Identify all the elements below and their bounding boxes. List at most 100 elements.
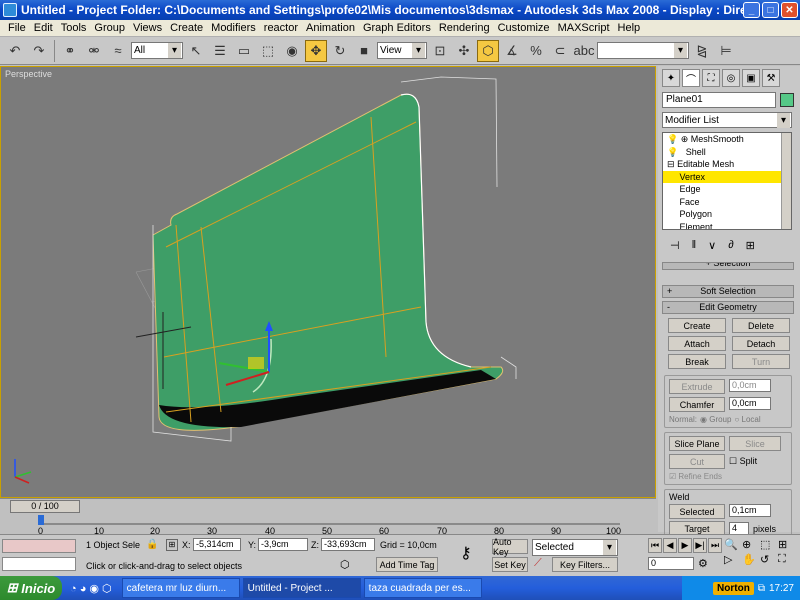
expand-icon[interactable]: ⊕ bbox=[681, 134, 689, 144]
object-name-field[interactable]: Plane01 bbox=[662, 92, 776, 108]
norton-badge[interactable]: Norton bbox=[713, 581, 754, 595]
menu-group[interactable]: Group bbox=[90, 22, 129, 34]
chamfer-amount-field[interactable]: 0,0cm bbox=[729, 397, 771, 410]
motion-tab-icon[interactable]: ◎ bbox=[722, 69, 740, 87]
time-config-icon[interactable]: ⚙ bbox=[698, 557, 708, 570]
slice-plane-button[interactable]: Slice Plane bbox=[669, 436, 725, 451]
pin-stack-icon[interactable]: ⊣ bbox=[670, 239, 680, 252]
key-curve-icon[interactable]: ⟋ bbox=[534, 557, 542, 570]
menu-help[interactable]: Help bbox=[614, 22, 645, 34]
current-frame-field[interactable]: 0 bbox=[648, 557, 694, 570]
menu-file[interactable]: File bbox=[4, 22, 30, 34]
percent-snap-icon[interactable]: % bbox=[525, 40, 547, 62]
select-object-icon[interactable]: ↖ bbox=[185, 40, 207, 62]
local-radio[interactable]: ○ Local bbox=[734, 415, 760, 424]
lock-icon[interactable]: 🔒 bbox=[146, 539, 158, 550]
stack-item-edge[interactable]: Edge bbox=[663, 183, 791, 196]
stack-item-editable-mesh[interactable]: ⊟ Editable Mesh bbox=[663, 158, 791, 171]
named-selection-dropdown[interactable] bbox=[597, 42, 689, 59]
rollout-header[interactable]: + Selection bbox=[662, 263, 794, 270]
maxscript-input-mini[interactable] bbox=[2, 557, 76, 571]
go-to-end-icon[interactable]: ⏭ bbox=[708, 538, 722, 553]
y-coordinate-field[interactable]: -3,9cm bbox=[258, 538, 308, 551]
redo-icon[interactable]: ↷ bbox=[28, 40, 50, 62]
attach-button[interactable]: Attach bbox=[668, 336, 726, 351]
zoom-icon[interactable]: 🔍 bbox=[724, 538, 740, 551]
taskbar-item-3dsmax[interactable]: Untitled - Project ... bbox=[242, 578, 361, 598]
taskbar-item-cafetera[interactable]: cafetera mr luz diurn... bbox=[121, 578, 240, 598]
refine-ends-checkbox[interactable]: ☑ Refine Ends bbox=[669, 472, 787, 481]
unlink-icon[interactable]: ⚮ bbox=[83, 40, 105, 62]
stack-item-shell[interactable]: 💡 Shell bbox=[663, 146, 791, 159]
bind-space-warp-icon[interactable]: ≈ bbox=[107, 40, 129, 62]
auto-key-button[interactable]: Auto Key bbox=[492, 537, 528, 557]
chamfer-button[interactable]: Chamfer bbox=[669, 397, 725, 412]
configure-sets-icon[interactable]: ⊞ bbox=[746, 239, 755, 252]
select-and-link-icon[interactable]: ✣ bbox=[453, 40, 475, 62]
extrude-button[interactable]: Extrude bbox=[669, 379, 725, 394]
zoom-extents-icon[interactable]: ⬚ bbox=[760, 538, 776, 551]
remove-modifier-icon[interactable]: ∂ bbox=[728, 239, 733, 251]
minimize-button[interactable]: _ bbox=[743, 2, 760, 18]
absolute-mode-icon[interactable]: ⊞ bbox=[166, 539, 178, 551]
stack-scrollbar[interactable] bbox=[781, 133, 791, 229]
stack-item-vertex[interactable]: Vertex bbox=[663, 170, 791, 183]
network-icon[interactable]: ⧉ bbox=[758, 583, 765, 594]
utilities-tab-icon[interactable]: ⚒ bbox=[762, 69, 780, 87]
key-filters-button[interactable]: Key Filters... bbox=[552, 557, 618, 572]
menu-maxscript[interactable]: MAXScript bbox=[554, 22, 614, 34]
create-tab-icon[interactable]: ✦ bbox=[662, 69, 680, 87]
key-mode-dropdown[interactable]: Selected bbox=[532, 539, 618, 556]
undo-icon[interactable]: ↶ bbox=[4, 40, 26, 62]
menu-create[interactable]: Create bbox=[166, 22, 207, 34]
close-button[interactable]: ✕ bbox=[781, 2, 798, 18]
rectangular-selection-icon[interactable]: ▭ bbox=[233, 40, 255, 62]
start-button[interactable]: ⊞ Inicio bbox=[0, 576, 62, 600]
display-tab-icon[interactable]: ▣ bbox=[742, 69, 760, 87]
time-slider[interactable]: 0 / 100 bbox=[10, 500, 80, 513]
add-time-tag-button[interactable]: Add Time Tag bbox=[376, 557, 438, 572]
previous-frame-icon[interactable]: ◀ bbox=[663, 538, 677, 553]
quick-launch-icons[interactable]: ◔ ◕ ◉ ⬡ bbox=[70, 582, 112, 595]
cut-button[interactable]: Cut bbox=[669, 454, 725, 469]
time-tag-icon[interactable]: ⬡ bbox=[340, 558, 350, 571]
perspective-viewport[interactable]: Perspective bbox=[0, 66, 656, 498]
reference-coordinate-dropdown[interactable]: View bbox=[377, 42, 427, 59]
turn-button[interactable]: Turn bbox=[732, 354, 790, 369]
modify-tab-icon[interactable]: ⌒ bbox=[682, 69, 700, 87]
menu-rendering[interactable]: Rendering bbox=[435, 22, 494, 34]
make-unique-icon[interactable]: ∨ bbox=[708, 239, 716, 252]
track-bar[interactable]: 0 10 20 30 40 50 60 70 80 90 100 bbox=[0, 514, 656, 536]
menu-views[interactable]: Views bbox=[129, 22, 166, 34]
x-coordinate-field[interactable]: -5,314cm bbox=[193, 538, 241, 551]
select-and-scale-icon[interactable]: ■ bbox=[353, 40, 375, 62]
menu-modifiers[interactable]: Modifiers bbox=[207, 22, 260, 34]
play-icon[interactable]: ▶ bbox=[678, 538, 692, 553]
break-button[interactable]: Break bbox=[668, 354, 726, 369]
maximize-button[interactable]: □ bbox=[762, 2, 779, 18]
detach-button[interactable]: Detach bbox=[732, 336, 790, 351]
align-icon[interactable]: ⊨ bbox=[715, 40, 737, 62]
pan-icon[interactable]: ✋ bbox=[742, 553, 758, 566]
select-and-rotate-icon[interactable]: ↻ bbox=[329, 40, 351, 62]
go-to-start-icon[interactable]: ⏮ bbox=[648, 538, 662, 553]
object-color-swatch[interactable] bbox=[780, 93, 794, 107]
selection-filter-dropdown[interactable]: All bbox=[131, 42, 183, 59]
orbit-icon[interactable]: ↺ bbox=[760, 553, 776, 566]
angle-snap-icon[interactable]: ∡ bbox=[501, 40, 523, 62]
select-and-manipulate-icon[interactable]: ◉ bbox=[281, 40, 303, 62]
mirror-icon[interactable]: ⧎ bbox=[691, 40, 713, 62]
menu-graph-editors[interactable]: Graph Editors bbox=[359, 22, 435, 34]
weld-threshold-field[interactable]: 0,1cm bbox=[729, 504, 771, 517]
stack-item-polygon[interactable]: Polygon bbox=[663, 208, 791, 221]
maxscript-listener-mini[interactable] bbox=[2, 539, 76, 553]
menu-animation[interactable]: Animation bbox=[302, 22, 359, 34]
field-of-view-icon[interactable]: ▷ bbox=[724, 553, 740, 566]
group-radio[interactable]: ◉ Group bbox=[700, 415, 731, 424]
named-selection-icon[interactable]: abc bbox=[573, 40, 595, 62]
stack-item-face[interactable]: Face bbox=[663, 196, 791, 209]
hierarchy-tab-icon[interactable]: ⛶ bbox=[702, 69, 720, 87]
maximize-viewport-icon[interactable]: ⛶ bbox=[778, 553, 794, 566]
select-and-move-icon[interactable]: ✥ bbox=[305, 39, 327, 62]
menu-tools[interactable]: Tools bbox=[57, 22, 91, 34]
